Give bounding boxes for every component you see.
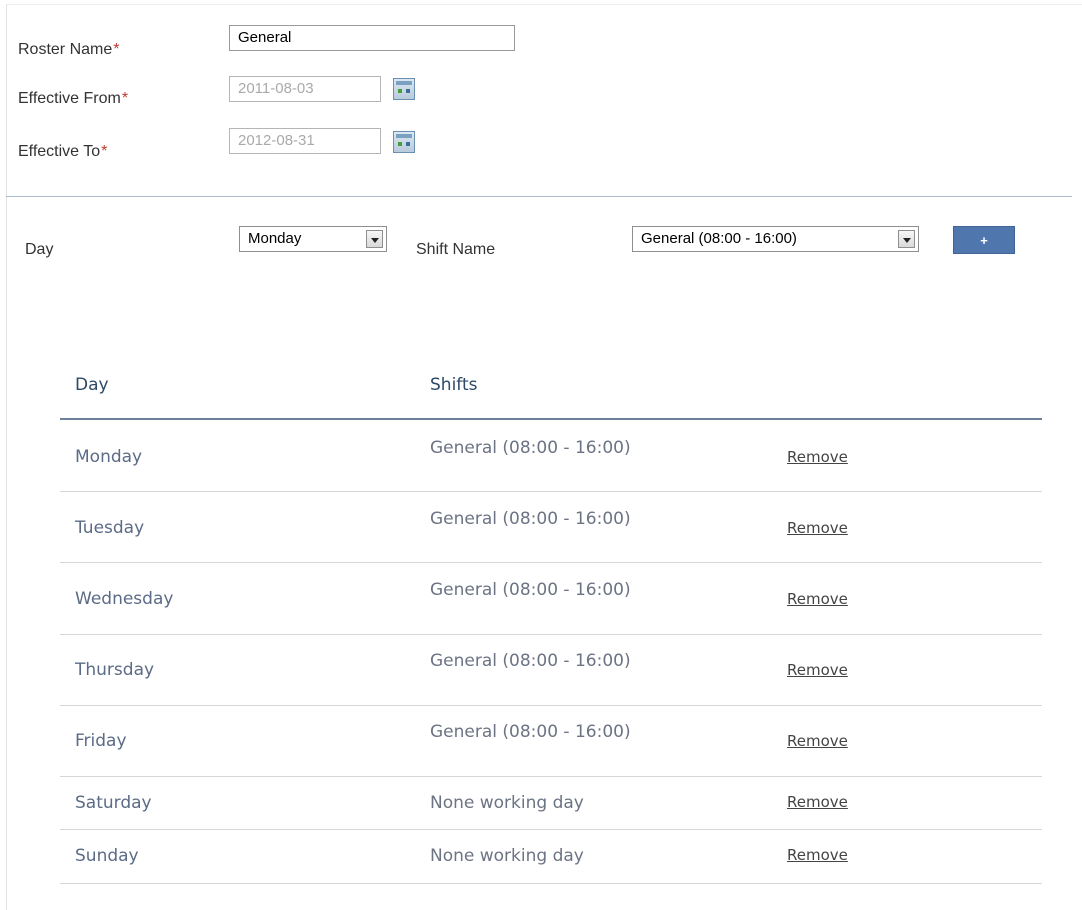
chevron-down-icon[interactable]	[366, 230, 383, 248]
row-day: Thursday	[75, 660, 155, 680]
row-day: Wednesday	[75, 589, 174, 609]
row-shift: General (08:00 - 16:00)	[430, 651, 631, 671]
effective-to-input[interactable]: 2012-08-31	[229, 128, 381, 154]
table-row: Saturday None working day Remove	[60, 777, 1042, 830]
chevron-down-icon[interactable]	[898, 230, 915, 248]
column-header-shifts: Shifts	[430, 375, 478, 395]
remove-link[interactable]: Remove	[787, 846, 848, 864]
day-label: Day	[25, 241, 54, 258]
calendar-icon[interactable]	[393, 131, 415, 153]
table-row: Thursday General (08:00 - 16:00) Remove	[60, 635, 1042, 706]
row-day: Saturday	[75, 793, 152, 813]
shift-name-label: Shift Name	[416, 241, 496, 258]
remove-link[interactable]: Remove	[787, 590, 848, 608]
row-shift: None working day	[430, 793, 584, 813]
effective-from-label: Effective From*	[18, 90, 128, 108]
shift-select-value: General (08:00 - 16:00)	[641, 230, 797, 247]
required-marker: *	[121, 90, 129, 107]
day-select-value: Monday	[248, 230, 302, 247]
row-shift: General (08:00 - 16:00)	[430, 722, 631, 742]
effective-to-label: Effective To*	[18, 143, 107, 161]
row-shift: General (08:00 - 16:00)	[430, 580, 631, 600]
row-shift: None working day	[430, 846, 584, 866]
table-row: Sunday None working day Remove	[60, 830, 1042, 884]
row-day: Tuesday	[75, 518, 145, 538]
remove-link[interactable]: Remove	[787, 793, 848, 811]
roster-name-input[interactable]: General	[229, 25, 515, 51]
row-day: Friday	[75, 731, 127, 751]
shift-name-select[interactable]: General (08:00 - 16:00)	[632, 226, 919, 252]
day-select[interactable]: Monday	[239, 226, 387, 252]
remove-link[interactable]: Remove	[787, 732, 848, 750]
row-day: Sunday	[75, 846, 139, 866]
add-shift-button[interactable]: +	[953, 226, 1015, 254]
table-row: Friday General (08:00 - 16:00) Remove	[60, 706, 1042, 777]
remove-link[interactable]: Remove	[787, 448, 848, 466]
roster-name-label-text: Roster Name	[18, 41, 113, 58]
calendar-icon[interactable]	[393, 78, 415, 100]
required-marker: *	[113, 41, 120, 58]
row-divider	[60, 883, 1042, 884]
roster-name-label: Roster Name*	[18, 41, 119, 59]
required-marker: *	[101, 143, 108, 160]
row-shift: General (08:00 - 16:00)	[430, 438, 631, 458]
effective-to-label-text: Effective To	[18, 143, 101, 160]
remove-link[interactable]: Remove	[787, 661, 848, 679]
section-divider	[6, 196, 1072, 197]
table-row: Wednesday General (08:00 - 16:00) Remove	[60, 563, 1042, 635]
row-day: Monday	[75, 447, 143, 467]
table-row: Tuesday General (08:00 - 16:00) Remove	[60, 492, 1042, 563]
effective-from-label-text: Effective From	[18, 90, 121, 107]
remove-link[interactable]: Remove	[787, 519, 848, 537]
table-row: Monday General (08:00 - 16:00) Remove	[60, 420, 1042, 492]
column-header-day: Day	[75, 375, 109, 395]
effective-from-input[interactable]: 2011-08-03	[229, 76, 381, 102]
row-shift: General (08:00 - 16:00)	[430, 509, 631, 529]
